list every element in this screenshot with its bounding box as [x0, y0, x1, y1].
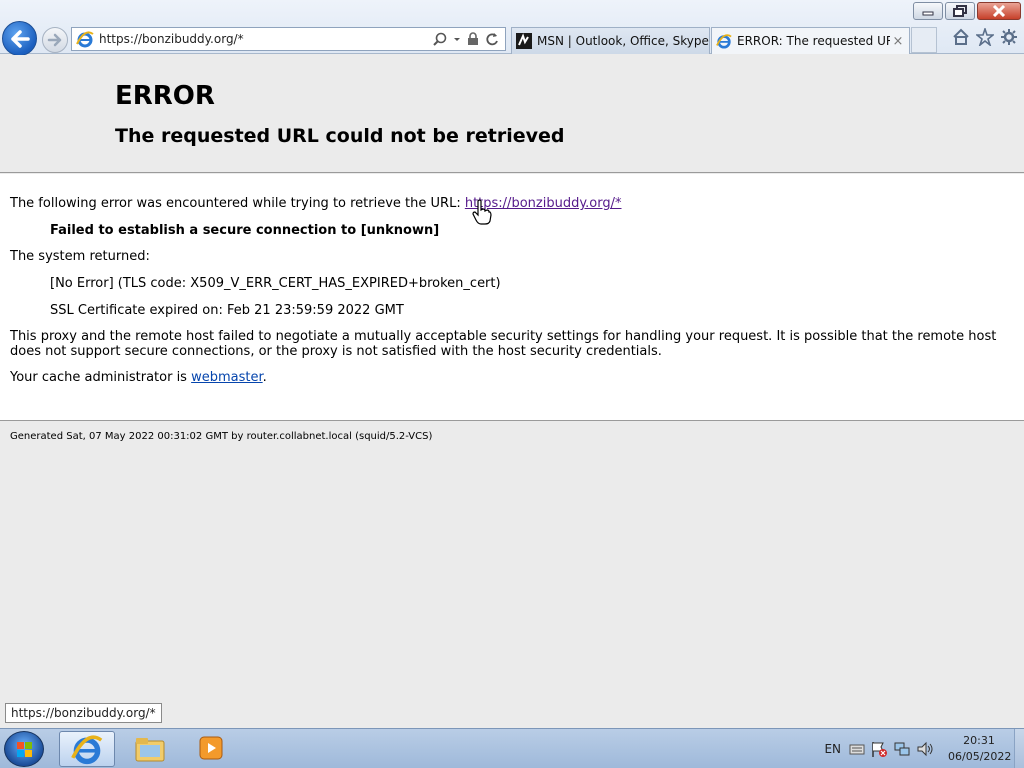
intro-text: The following error was encountered whil… [10, 196, 461, 211]
tab-msn[interactable]: MSN | Outlook, Office, Skype, ... [511, 27, 710, 54]
folder-icon [135, 738, 165, 762]
lock-icon[interactable] [467, 32, 479, 46]
minimize-icon [922, 11, 934, 16]
error-header: ERROR The requested URL could not be ret… [0, 55, 1024, 173]
address-bar[interactable]: https://bonzibuddy.org/* [71, 27, 506, 51]
web-page: ERROR The requested URL could not be ret… [0, 55, 1024, 728]
gear-icon[interactable] [1000, 28, 1018, 46]
error-body: The following error was encountered whil… [0, 174, 1024, 421]
start-button[interactable] [4, 731, 44, 767]
taskbar-internet-explorer[interactable] [59, 731, 115, 767]
failure-message: Failed to establish a secure connection … [50, 223, 440, 238]
ssl-expiry-text: SSL Certificate expired on: Feb 21 23:59… [50, 303, 404, 318]
address-bar-icons [433, 32, 499, 46]
page-subtitle: The requested URL could not be retrieved [115, 125, 565, 147]
restore-icon [953, 5, 967, 17]
minimize-button[interactable] [913, 2, 943, 20]
back-button[interactable] [2, 21, 37, 56]
tls-error-text: [No Error] (TLS code: X509_V_ERR_CERT_HA… [50, 276, 501, 291]
forward-arrow-icon [47, 33, 62, 47]
system-returned-label: The system returned: [10, 249, 150, 264]
clock[interactable]: 20:31 06/05/2022 [948, 733, 1012, 765]
ie-icon [76, 31, 94, 48]
new-tab-button[interactable] [911, 27, 937, 53]
browser-chrome: https://bonzibuddy.org/* MSN | Outlook, … [0, 0, 1024, 56]
clock-time: 20:31 [963, 734, 995, 747]
system-tray: EN 20:31 06/05/2022 [824, 729, 1024, 768]
close-icon [992, 5, 1006, 17]
webmaster-link[interactable]: webmaster [191, 370, 263, 385]
tab-label: ERROR: The requested URL ... [737, 34, 890, 48]
refresh-icon[interactable] [485, 32, 499, 46]
tray-icons [849, 740, 934, 758]
favorites-star-icon[interactable] [976, 28, 994, 46]
page-title: ERROR [115, 81, 215, 111]
taskbar-media-player[interactable] [184, 731, 240, 767]
chevron-down-icon[interactable] [453, 32, 461, 46]
back-arrow-icon [10, 29, 30, 48]
admin-suffix: . [262, 370, 267, 385]
home-icon[interactable] [952, 28, 970, 46]
admin-line: Your cache administrator is webmaster. [10, 370, 267, 385]
show-desktop-button[interactable] [1014, 729, 1024, 768]
tab-label: MSN | Outlook, Office, Skype, ... [537, 34, 709, 48]
admin-prefix: Your cache administrator is [10, 370, 187, 385]
status-tooltip: https://bonzibuddy.org/* [5, 703, 162, 723]
action-center-flag-icon[interactable] [870, 740, 888, 758]
network-icon[interactable] [893, 740, 911, 758]
taskbar-explorer[interactable] [122, 731, 178, 767]
intro-line: The following error was encountered whil… [10, 196, 622, 211]
tab-close-button[interactable]: × [890, 34, 906, 49]
ie-icon [71, 735, 103, 765]
tab-error[interactable]: ERROR: The requested URL ... × [711, 27, 910, 54]
restore-button[interactable] [945, 2, 975, 20]
explanation-text: This proxy and the remote host failed to… [10, 329, 997, 359]
volume-icon[interactable] [916, 740, 934, 758]
hand-cursor-icon [472, 199, 492, 225]
forward-button[interactable] [42, 27, 68, 53]
generated-footer: Generated Sat, 07 May 2022 00:31:02 GMT … [10, 431, 433, 442]
keyboard-icon[interactable] [849, 742, 865, 756]
taskbar: EN 20:31 06/05/2022 [0, 728, 1024, 768]
language-indicator[interactable]: EN [824, 742, 841, 756]
ie-icon [716, 34, 732, 49]
msn-icon [516, 33, 532, 49]
search-icon[interactable] [433, 32, 447, 46]
close-window-button[interactable] [977, 2, 1021, 20]
media-player-icon [199, 736, 223, 760]
window-controls [913, 2, 1021, 20]
windows-logo-icon [17, 742, 32, 757]
address-url[interactable]: https://bonzibuddy.org/* [99, 32, 433, 46]
clock-date: 06/05/2022 [948, 750, 1012, 763]
toolbar-icons [952, 28, 1018, 46]
